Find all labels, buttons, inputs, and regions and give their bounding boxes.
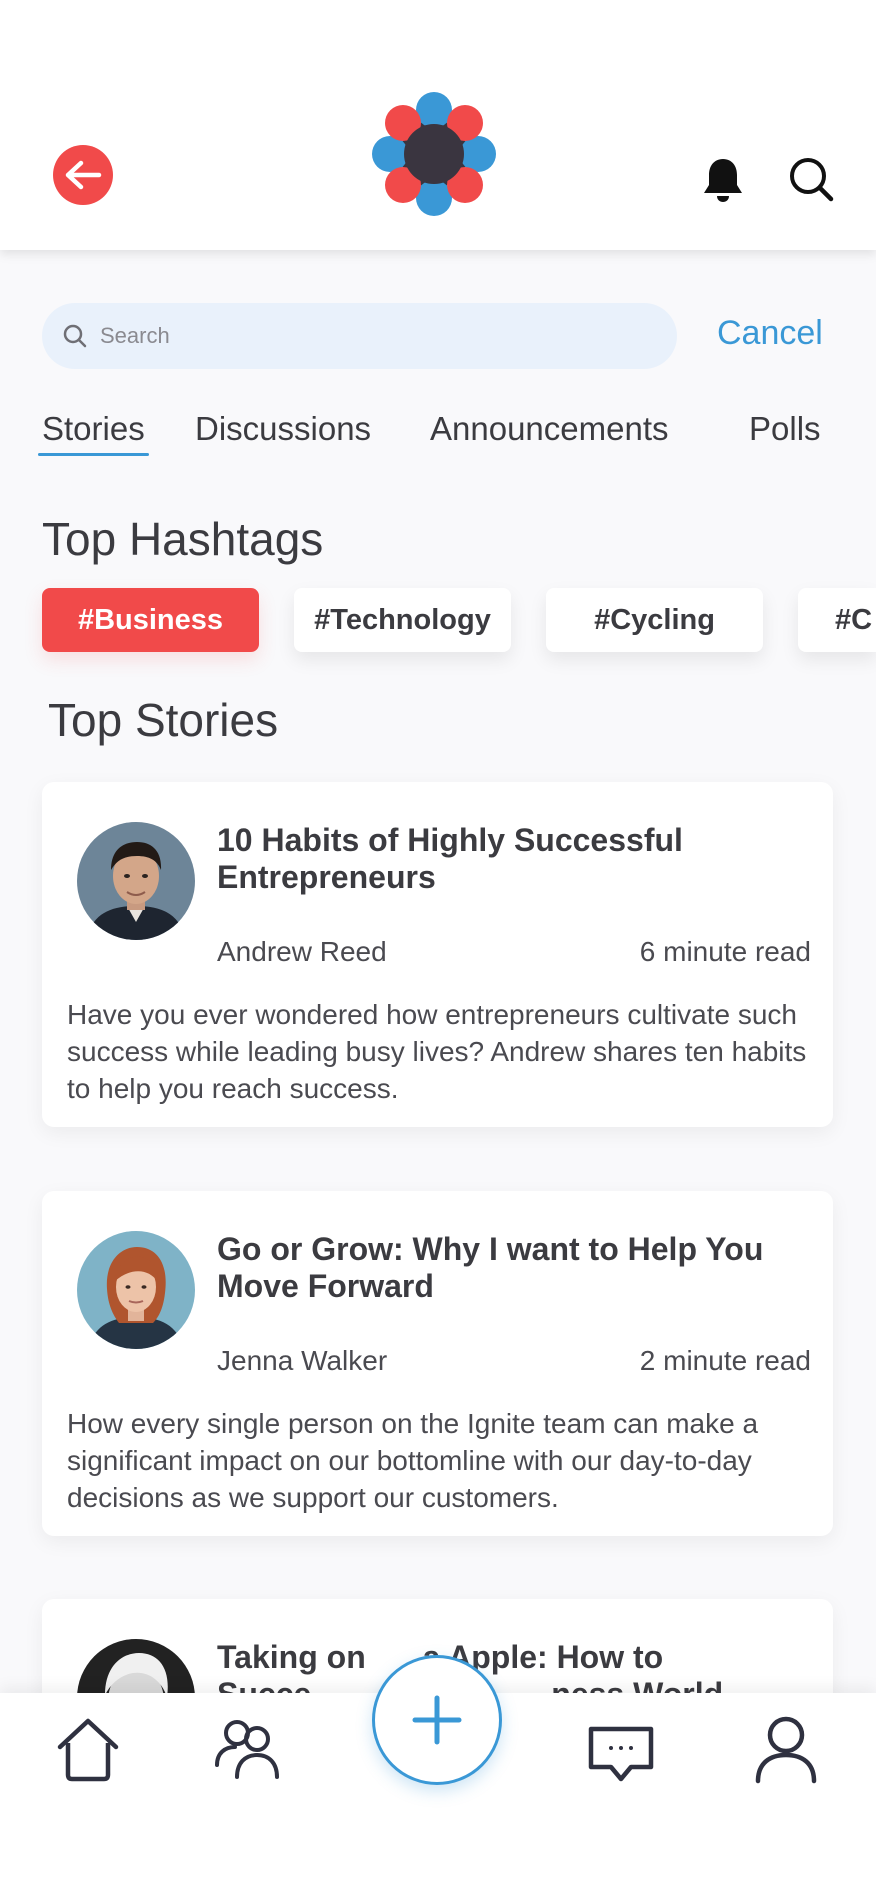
back-button[interactable] bbox=[53, 145, 113, 205]
search-icon bbox=[63, 324, 87, 348]
story-author: Andrew Reed bbox=[217, 936, 387, 967]
app-root: Cancel Stories Discussions Announcements… bbox=[0, 0, 876, 1890]
top-hashtags-heading: Top Hashtags bbox=[42, 513, 324, 565]
story-title: Go or Grow: Why I want to Help You Move … bbox=[217, 1231, 764, 1304]
home-icon[interactable] bbox=[52, 1713, 124, 1785]
cancel-button[interactable]: Cancel bbox=[717, 314, 823, 353]
hashtag-chip[interactable]: #C bbox=[798, 588, 876, 652]
hashtag-chip[interactable]: #Cycling bbox=[546, 588, 763, 652]
app-logo-icon bbox=[372, 92, 496, 216]
hashtag-chip[interactable]: #Business bbox=[42, 588, 259, 652]
add-button[interactable] bbox=[372, 1655, 502, 1785]
add-icon bbox=[412, 1695, 462, 1745]
search-icon[interactable] bbox=[788, 156, 834, 202]
story-card[interactable]: 10 Habits of Highly Successful Entrepren… bbox=[42, 782, 833, 1127]
chat-icon[interactable] bbox=[585, 1721, 657, 1793]
story-summary: How every single person on the Ignite te… bbox=[67, 1408, 759, 1513]
story-card[interactable]: Go or Grow: Why I want to Help You Move … bbox=[42, 1191, 833, 1536]
hashtag-list: #Business #Technology #Cycling #C bbox=[0, 588, 876, 658]
top-stories-heading: Top Stories bbox=[48, 694, 279, 746]
read-time: 6 minute read bbox=[639, 936, 811, 967]
arrow-left-icon bbox=[65, 160, 102, 190]
tab-announcements[interactable]: Announcements bbox=[430, 410, 669, 448]
read-time: 2 minute read bbox=[639, 1345, 811, 1376]
story-summary: Have you ever wondered how entrepreneurs… bbox=[67, 999, 807, 1104]
tab-discussions[interactable]: Discussions bbox=[195, 410, 371, 448]
avatar bbox=[77, 822, 195, 940]
avatar bbox=[77, 1231, 195, 1349]
people-icon[interactable] bbox=[213, 1713, 285, 1785]
man-portrait-image bbox=[77, 822, 195, 940]
woman-portrait-image bbox=[77, 1231, 195, 1349]
search-bar[interactable] bbox=[42, 303, 677, 369]
story-title-line1: Taking on bbox=[217, 1639, 366, 1675]
hashtag-chip[interactable]: #Technology bbox=[294, 588, 511, 652]
tab-stories[interactable]: Stories bbox=[38, 410, 149, 456]
story-title: 10 Habits of Highly Successful Entrepren… bbox=[217, 822, 683, 895]
story-author: Jenna Walker bbox=[217, 1345, 388, 1376]
bell-icon[interactable] bbox=[700, 156, 746, 204]
tab-polls[interactable]: Polls bbox=[749, 410, 821, 448]
search-input[interactable] bbox=[100, 323, 660, 349]
top-header bbox=[0, 0, 876, 250]
profile-icon[interactable] bbox=[750, 1713, 822, 1785]
